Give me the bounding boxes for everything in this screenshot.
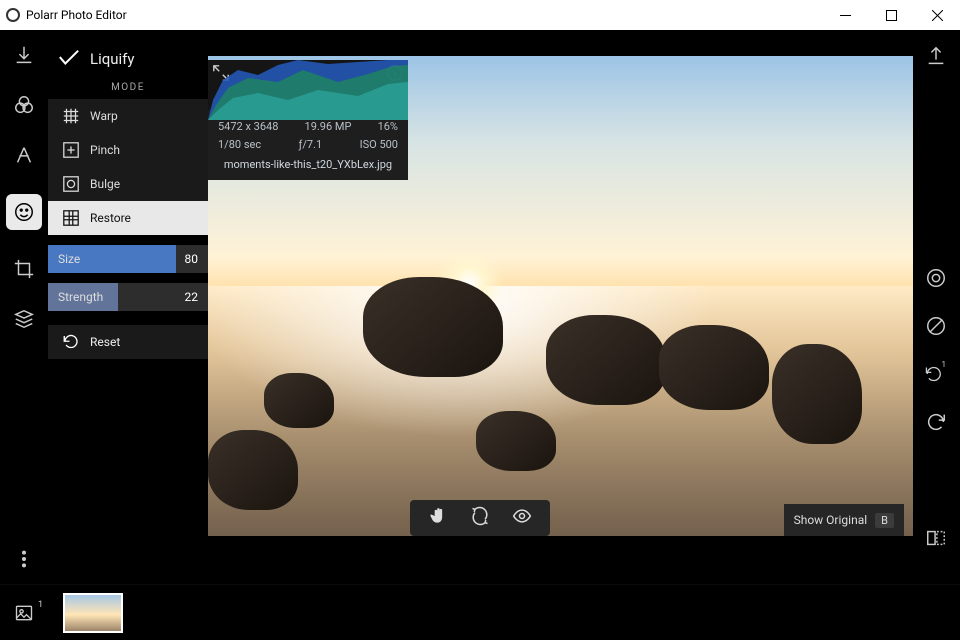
- window-titlebar: Polarr Photo Editor: [0, 0, 960, 30]
- crop-tool-icon[interactable]: [13, 258, 35, 280]
- export-icon[interactable]: [924, 44, 948, 68]
- rotate-tool-icon[interactable]: [470, 506, 490, 530]
- window-title: Polarr Photo Editor: [26, 8, 127, 22]
- compare-icon[interactable]: [924, 526, 948, 550]
- size-slider-value: 80: [185, 252, 199, 266]
- disable-icon[interactable]: [924, 314, 948, 338]
- apply-check-icon[interactable]: [58, 49, 80, 70]
- mode-label: MODE: [48, 82, 208, 93]
- thumb-count: 1: [38, 600, 43, 610]
- histogram-panel: 5472 x 3648 19.96 MP 16% 1/80 sec ƒ/7.1 …: [208, 60, 408, 180]
- show-original-button[interactable]: Show Original B: [784, 504, 904, 536]
- mode-warp[interactable]: Warp: [48, 99, 208, 133]
- mode-label-bulge: Bulge: [90, 177, 120, 191]
- history-icon[interactable]: 1: [924, 362, 948, 386]
- undo-icon[interactable]: [924, 410, 948, 434]
- thumbnail[interactable]: [63, 593, 123, 633]
- window-close-button[interactable]: [914, 0, 960, 30]
- import-icon[interactable]: [13, 44, 35, 66]
- more-menu-icon[interactable]: [13, 548, 35, 570]
- strength-slider-value: 22: [185, 290, 199, 304]
- liquify-panel: Liquify MODE Warp Pinch Bulge Restore: [48, 30, 208, 584]
- image-icon[interactable]: [14, 603, 34, 623]
- mode-label-warp: Warp: [90, 109, 118, 123]
- strength-slider[interactable]: Strength 22: [48, 283, 208, 311]
- mode-label-restore: Restore: [90, 211, 131, 225]
- size-slider[interactable]: Size 80: [48, 245, 208, 273]
- color-tool-icon[interactable]: [13, 94, 35, 116]
- mode-bulge[interactable]: Bulge: [48, 167, 208, 201]
- mode-label-pinch: Pinch: [90, 143, 120, 157]
- canvas-toolbar: [410, 500, 550, 536]
- show-original-label: Show Original: [794, 513, 868, 527]
- reset-label: Reset: [90, 335, 120, 349]
- face-liquify-tool-icon[interactable]: [6, 194, 42, 230]
- show-original-key: B: [875, 513, 894, 528]
- meta-iso: ISO 500: [360, 136, 398, 154]
- radial-filter-icon[interactable]: [924, 266, 948, 290]
- panel-title: Liquify: [90, 50, 134, 68]
- filmstrip: 1: [0, 584, 960, 640]
- mode-restore[interactable]: Restore: [48, 201, 208, 235]
- app-icon: [6, 8, 20, 22]
- meta-filename: moments-like-this_t20_YXbLex.jpg: [218, 156, 398, 174]
- reset-button[interactable]: Reset: [48, 325, 208, 359]
- strength-slider-label: Strength: [58, 290, 103, 304]
- expand-icon[interactable]: [212, 64, 230, 86]
- meta-zoom: 16%: [378, 118, 398, 136]
- text-tool-icon[interactable]: [13, 144, 35, 166]
- hand-tool-icon[interactable]: [428, 506, 448, 530]
- size-slider-label: Size: [58, 252, 80, 266]
- image-metadata: 5472 x 3648 19.96 MP 16% 1/80 sec ƒ/7.1 …: [208, 110, 408, 180]
- window-minimize-button[interactable]: [822, 0, 868, 30]
- meta-aperture: ƒ/7.1: [299, 136, 323, 154]
- meta-megapixels: 19.96 MP: [305, 118, 352, 136]
- meta-dimensions: 5472 x 3648: [218, 118, 278, 136]
- info-icon[interactable]: [386, 64, 404, 86]
- eye-preview-icon[interactable]: [512, 506, 532, 530]
- meta-shutter: 1/80 sec: [218, 136, 261, 154]
- window-maximize-button[interactable]: [868, 0, 914, 30]
- mode-pinch[interactable]: Pinch: [48, 133, 208, 167]
- layers-icon[interactable]: [13, 308, 35, 330]
